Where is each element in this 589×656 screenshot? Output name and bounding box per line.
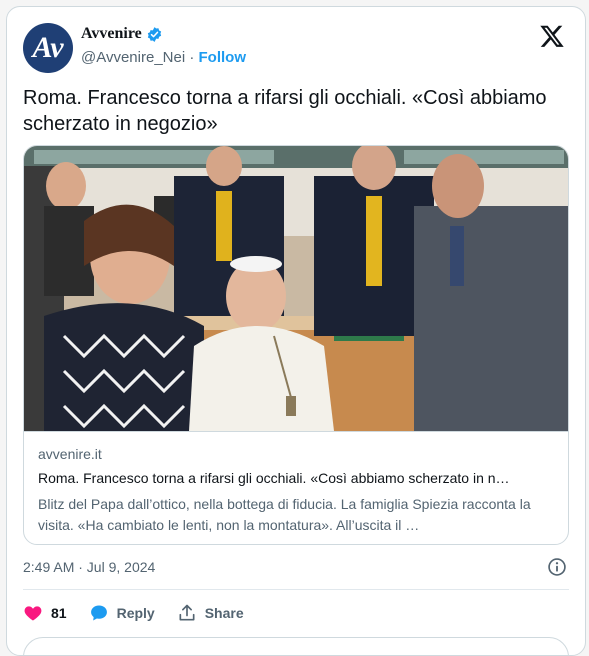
divider: [23, 589, 569, 590]
avatar[interactable]: Av: [23, 23, 73, 73]
action-bar: 81 Reply Share: [23, 601, 244, 625]
article-photo[interactable]: [24, 146, 569, 431]
info-icon[interactable]: [547, 557, 567, 577]
reply-label: Reply: [116, 605, 155, 621]
follow-button[interactable]: Follow: [199, 49, 247, 66]
verified-badge-icon: [147, 26, 161, 42]
tweet-timestamp[interactable]: 2:49 AM · Jul 9, 2024: [23, 559, 155, 575]
separator: ·: [185, 49, 199, 66]
reply-bubble-icon: [90, 605, 107, 621]
share-icon: [179, 604, 195, 621]
author-name[interactable]: Avvenire: [81, 25, 142, 43]
heart-icon: [24, 606, 42, 621]
tweet-text: Roma. Francesco torna a rifarsi gli occh…: [23, 87, 547, 135]
link-title: Roma. Francesco torna a rifarsi gli occh…: [38, 470, 510, 486]
tweet-card: Av Avvenire @Avvenire_Nei · Follow Roma.…: [6, 6, 586, 656]
like-button[interactable]: 81: [23, 603, 67, 623]
handle-row: @Avvenire_Nei · Follow: [81, 49, 246, 66]
link-preview-card[interactable]: avvenire.it Roma. Francesco torna a rifa…: [23, 145, 569, 545]
share-button[interactable]: Share: [177, 603, 244, 623]
author-handle[interactable]: @Avvenire_Nei: [81, 49, 185, 66]
x-logo-icon[interactable]: [539, 23, 565, 49]
link-description: Blitz del Papa dall’ottico, nella botteg…: [38, 496, 531, 533]
author-name-row: Avvenire: [81, 25, 163, 43]
like-count: 81: [51, 605, 67, 621]
reply-button[interactable]: Reply: [89, 603, 155, 623]
link-domain: avvenire.it: [38, 446, 102, 462]
tweet-header: Av Avvenire @Avvenire_Nei · Follow: [23, 21, 569, 73]
share-label: Share: [204, 605, 244, 621]
link-info[interactable]: avvenire.it Roma. Francesco torna a rifa…: [24, 431, 568, 544]
